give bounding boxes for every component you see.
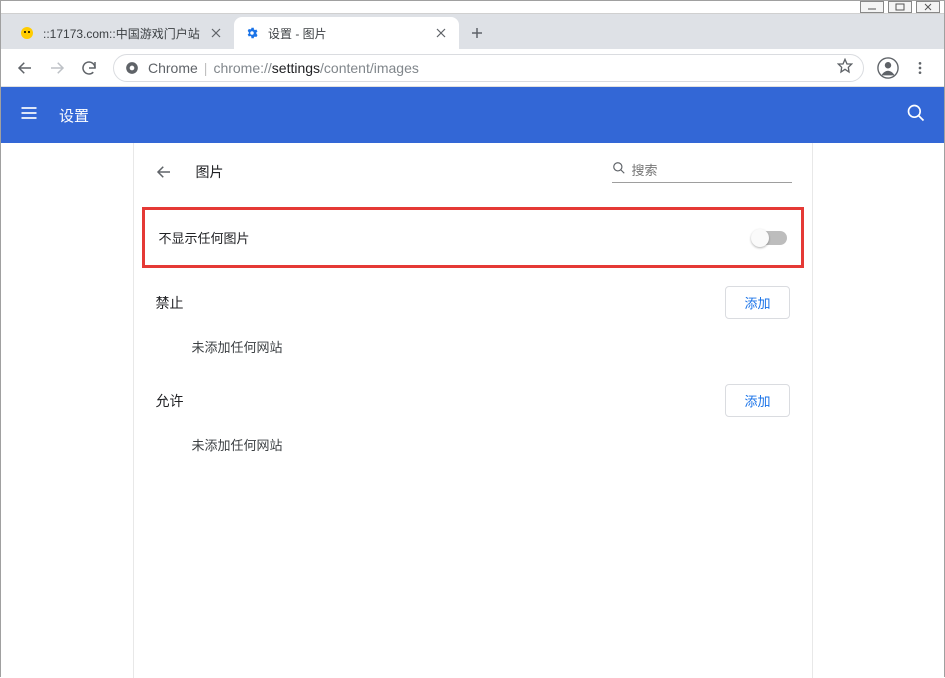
omnibox-path-prefix: chrome:// [213,60,271,76]
tab-title: ::17173.com::中国游戏门户站 [43,25,208,42]
back-arrow-icon[interactable] [154,162,174,182]
bookmark-star-icon[interactable] [837,58,853,77]
allow-empty-text: 未添加任何网站 [156,435,790,454]
search-icon [612,161,626,180]
tab-close-icon[interactable] [208,25,224,41]
settings-body: 图片 不显示任何图片 禁止 添加 未添加任何网站 允许 [1,143,944,678]
toolbar: Chrome | chrome://settings/content/image… [1,49,944,87]
omnibox-path-strong: settings [272,60,320,76]
images-toggle-row: 不显示任何图片 [142,207,804,268]
window-maximize-button[interactable] [888,1,912,13]
section-block: 禁止 添加 未添加任何网站 [134,286,812,356]
settings-header: 设置 [1,87,944,143]
settings-title: 设置 [59,105,906,126]
search-input[interactable] [632,163,792,178]
account-button[interactable] [872,52,904,84]
favicon-17173 [19,25,35,41]
window-close-button[interactable] [916,1,940,13]
window-minimize-button[interactable] [860,1,884,13]
section-allow: 允许 添加 未添加任何网站 [134,384,812,454]
tab-17173[interactable]: ::17173.com::中国游戏门户站 [9,17,234,49]
omnibox-sep: | [204,60,208,76]
chrome-icon [124,60,140,76]
add-allow-button[interactable]: 添加 [725,384,789,417]
section-title-block: 禁止 [156,293,726,313]
kebab-menu-button[interactable] [904,52,936,84]
images-toggle[interactable] [753,231,787,245]
omnibox-host: Chrome [148,60,198,76]
toggle-knob [751,229,769,247]
reload-button[interactable] [73,52,105,84]
omnibox-path-suffix: /content/images [320,60,419,76]
settings-card: 图片 不显示任何图片 禁止 添加 未添加任何网站 允许 [133,143,813,678]
tab-close-icon[interactable] [433,25,449,41]
page-title: 图片 [196,162,224,182]
back-button[interactable] [9,52,41,84]
tabstrip: ::17173.com::中国游戏门户站 设置 - 图片 [1,14,944,49]
tab-settings[interactable]: 设置 - 图片 [234,17,459,49]
window-titlebar [1,1,944,14]
section-title-allow: 允许 [156,391,726,411]
gear-icon [244,25,260,41]
new-tab-button[interactable] [463,19,491,47]
tab-title: 设置 - 图片 [268,25,433,42]
omnibox[interactable]: Chrome | chrome://settings/content/image… [113,54,864,82]
card-header: 图片 [134,161,812,197]
toggle-label: 不显示任何图片 [159,228,753,247]
forward-button[interactable] [41,52,73,84]
header-search-icon[interactable] [906,103,926,128]
in-page-search[interactable] [612,161,792,183]
block-empty-text: 未添加任何网站 [156,337,790,356]
hamburger-menu-icon[interactable] [19,103,39,128]
add-block-button[interactable]: 添加 [725,286,789,319]
